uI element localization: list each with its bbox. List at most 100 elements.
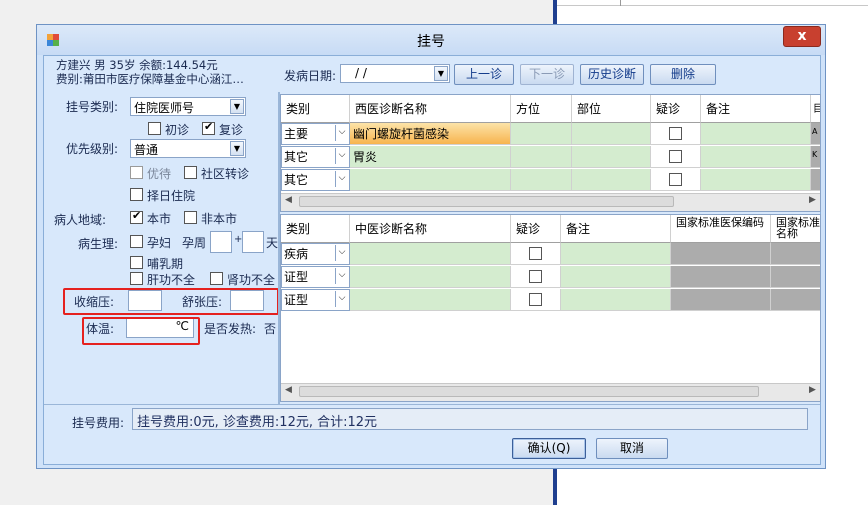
suspected-checkbox[interactable] (669, 173, 682, 186)
diagnosis-name-cell[interactable]: 幽门螺旋杆菌感染 (350, 123, 511, 145)
category-select[interactable]: 证型 ⌵ (281, 289, 350, 311)
gest-day-input[interactable] (242, 231, 264, 253)
liver-checkbox[interactable] (130, 272, 143, 285)
fee-label: 挂号费用: (72, 416, 125, 430)
remark-cell[interactable] (701, 146, 811, 168)
nonlocal-checkbox[interactable] (184, 211, 197, 224)
cancel-button[interactable]: 取消 (596, 438, 668, 459)
community-transfer-checkbox[interactable] (184, 166, 197, 179)
position-cell[interactable] (511, 123, 572, 145)
site-cell[interactable] (572, 169, 651, 191)
tcm-name-cell[interactable] (350, 266, 511, 288)
pregnant-checkbox[interactable] (130, 235, 143, 248)
position-cell[interactable] (511, 169, 572, 191)
col-header[interactable]: 西医诊断名称 (350, 95, 511, 123)
reg-type-select[interactable]: 住院医师号 ▼ (130, 97, 246, 116)
category-value: 主要 (284, 127, 309, 141)
priority-select[interactable]: 普通 ▼ (130, 139, 246, 158)
first-visit-checkbox[interactable] (148, 122, 161, 135)
onset-date-label: 发病日期: (284, 69, 337, 83)
site-cell[interactable] (572, 123, 651, 145)
standard-name-cell (771, 243, 820, 265)
col-header[interactable]: 国家标准名称 (771, 215, 820, 243)
priority-label: 优先级别: (66, 142, 119, 156)
tcm-name-cell[interactable] (350, 243, 511, 265)
col-header[interactable]: 部位 (572, 95, 651, 123)
history-diagnosis-button[interactable]: 历史诊断 (580, 64, 644, 85)
local-checkbox[interactable] (130, 209, 143, 224)
title-bar[interactable]: 挂号 x (37, 25, 825, 55)
chevron-down-icon: ▼ (230, 141, 244, 156)
horizontal-scrollbar[interactable]: ◀ ▶ (281, 383, 820, 401)
lactation-checkbox[interactable] (130, 256, 143, 269)
remark-cell[interactable] (701, 123, 811, 145)
select-day-checkbox[interactable] (130, 188, 143, 201)
priority-opt-checkbox[interactable] (130, 166, 143, 179)
category-value: 疾病 (284, 247, 309, 261)
diagnosis-name-cell[interactable]: 胃炎 (350, 146, 511, 168)
reg-type-value: 住院医师号 (134, 101, 195, 115)
scroll-right-icon[interactable]: ▶ (809, 385, 816, 395)
suspected-cell (511, 289, 561, 311)
col-header[interactable]: 备注 (561, 215, 671, 243)
priority-value: 普通 (134, 143, 159, 157)
scroll-left-icon[interactable]: ◀ (285, 385, 292, 395)
chevron-down-icon: ▼ (230, 99, 244, 114)
patient-info: 方建兴 男 35岁 余额:144.54元 费别:莆田市医疗保障基金中心涵江… (46, 58, 278, 94)
category-select[interactable]: 证型 ⌵ (281, 266, 350, 288)
registration-dialog: 挂号 x 方建兴 男 35岁 余额:144.54元 费别:莆田市医疗保障基金中心… (36, 24, 826, 469)
patient-line-1: 方建兴 男 35岁 余额:144.54元 (56, 58, 218, 72)
chevron-down-icon[interactable]: ▼ (434, 66, 448, 81)
region-label: 病人地域: (54, 213, 107, 227)
return-visit-checkbox[interactable] (202, 120, 215, 135)
category-select[interactable]: 其它 ⌵ (281, 169, 350, 191)
horizontal-scrollbar[interactable]: ◀ ▶ (281, 193, 820, 211)
suspected-cell (651, 123, 701, 145)
scrollbar-thumb[interactable] (299, 386, 759, 397)
delete-button[interactable]: 删除 (650, 64, 716, 85)
scroll-left-icon[interactable]: ◀ (285, 195, 292, 205)
suspected-checkbox[interactable] (529, 293, 542, 306)
col-header[interactable]: 目录 (811, 95, 820, 123)
prev-visit-button[interactable]: 上一诊 (454, 64, 514, 85)
chevron-down-icon: ⌵ (335, 148, 348, 164)
remark-cell[interactable] (561, 266, 671, 288)
remark-cell[interactable] (561, 243, 671, 265)
col-header[interactable]: 类别 (281, 95, 350, 123)
local-label: 本市 (147, 212, 172, 226)
tcm-diagnosis-grid: 类别 中医诊断名称 疑诊 备注 国家标准医保编码 国家标准名称 疾病 ⌵ 证型 … (280, 214, 821, 402)
kidney-checkbox[interactable] (210, 272, 223, 285)
scrollbar-thumb[interactable] (299, 196, 674, 207)
close-button[interactable]: x (783, 26, 821, 47)
diagnosis-name-cell[interactable] (350, 169, 511, 191)
next-visit-button[interactable]: 下一诊 (520, 64, 574, 85)
position-cell[interactable] (511, 146, 572, 168)
return-visit-label: 复诊 (219, 123, 244, 137)
category-select[interactable]: 疾病 ⌵ (281, 243, 350, 265)
suspected-checkbox[interactable] (529, 247, 542, 260)
col-header[interactable]: 疑诊 (511, 215, 561, 243)
fee-display: 挂号费用:0元, 诊查费用:12元, 合计:12元 (132, 408, 808, 430)
blood-pressure-highlight (63, 288, 279, 315)
col-header[interactable]: 国家标准医保编码 (671, 215, 771, 243)
category-select[interactable]: 其它 ⌵ (281, 146, 350, 168)
col-header[interactable]: 类别 (281, 215, 350, 243)
tcm-name-cell[interactable] (350, 289, 511, 311)
col-header[interactable]: 方位 (511, 95, 572, 123)
chevron-down-icon: ⌵ (335, 245, 348, 261)
onset-date-picker[interactable]: / / ▼ (340, 64, 450, 83)
category-select[interactable]: 主要 ⌵ (281, 123, 350, 145)
confirm-button[interactable]: 确认(Q) (512, 438, 586, 459)
scroll-right-icon[interactable]: ▶ (809, 195, 816, 205)
remark-cell[interactable] (701, 169, 811, 191)
suspected-checkbox[interactable] (669, 127, 682, 140)
col-header[interactable]: 备注 (701, 95, 811, 123)
gest-week-input[interactable] (210, 231, 232, 253)
chevron-down-icon: ⌵ (335, 268, 348, 284)
suspected-checkbox[interactable] (529, 270, 542, 283)
site-cell[interactable] (572, 146, 651, 168)
suspected-checkbox[interactable] (669, 150, 682, 163)
col-header[interactable]: 中医诊断名称 (350, 215, 511, 243)
remark-cell[interactable] (561, 289, 671, 311)
col-header[interactable]: 疑诊 (651, 95, 701, 123)
